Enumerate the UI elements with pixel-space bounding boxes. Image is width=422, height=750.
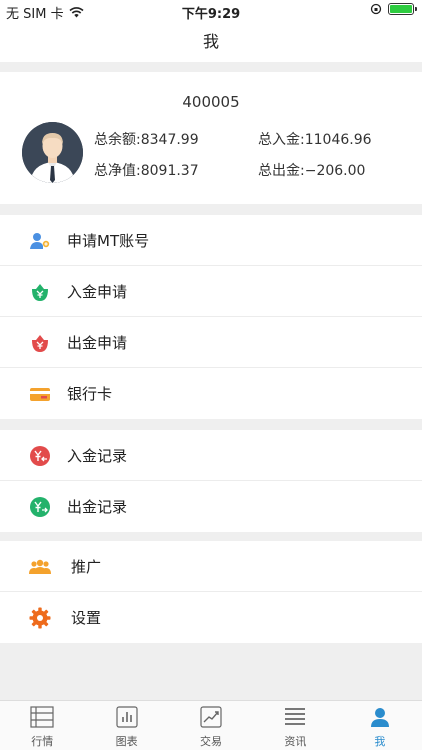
total-balance: 总余额:8347.99 [94,132,199,148]
total-equity: 总净值:8091.37 [94,163,199,179]
profile-card: 400005 总余额:8347.99 总入金:11046.96 总净值:8091… [0,72,422,204]
deposit-record-icon [30,446,50,466]
tab-charts-label: 图表 [115,735,138,748]
promote-row[interactable]: 推广 [0,541,422,592]
status-bar: 无 SIM 卡 下午9:29 [0,0,422,22]
apply-mt-account-label: 申请MT账号 [67,231,150,250]
withdraw-icon [32,335,48,352]
tab-quotes-label: 行情 [31,735,54,748]
total-withdraw: 总出金:−206.00 [258,163,366,179]
tab-news-label: 资讯 [284,735,307,748]
group-icon [29,559,51,574]
deposit-records-label: 入金记录 [67,446,128,465]
status-time: 下午9:29 [181,7,241,22]
apply-mt-account-row[interactable]: 申请MT账号 [0,215,422,266]
account-number: 400005 [182,93,240,111]
withdraw-apply-label: 出金申请 [67,333,128,352]
tab-me[interactable]: 我 [338,701,422,750]
tab-trade[interactable]: 交易 [169,701,253,750]
deposit-apply-row[interactable]: 入金申请 [0,266,422,317]
withdraw-apply-row[interactable]: 出金申请 [0,317,422,368]
tab-bar: 行情 图表 交易 资讯 我 [0,700,422,750]
orientation-lock-icon [370,3,382,15]
settings-row[interactable]: 设置 [0,592,422,643]
deposit-icon [32,284,48,301]
account-actions-section: 申请MT账号 入金申请 出金申请 银行卡 [0,215,422,419]
tab-charts[interactable]: 图表 [84,701,168,750]
tab-trade-label: 交易 [200,735,223,748]
tab-news[interactable]: 资讯 [253,701,337,750]
trend-icon [200,706,222,728]
list-icon [30,706,54,728]
withdraw-records-row[interactable]: 出金记录 [0,481,422,532]
add-user-icon [30,233,50,249]
avatar[interactable] [22,122,83,183]
settings-label: 设置 [71,609,102,627]
withdraw-record-icon [30,497,50,517]
withdraw-records-label: 出金记录 [67,498,128,516]
deposit-apply-label: 入金申请 [67,282,128,301]
bank-card-row[interactable]: 银行卡 [0,368,422,419]
news-icon [285,708,306,725]
deposit-records-row[interactable]: 入金记录 [0,430,422,481]
page-title: 我 [0,22,422,62]
bar-chart-icon [116,706,138,728]
gear-icon [29,607,51,629]
user-icon [370,708,389,727]
status-right [370,3,417,15]
tab-me-label: 我 [374,735,386,748]
tab-quotes[interactable]: 行情 [0,701,84,750]
bank-card-icon [30,388,50,401]
records-section: 入金记录 出金记录 [0,430,422,532]
promote-label: 推广 [71,557,102,576]
bank-card-label: 银行卡 [67,385,113,403]
total-deposit: 总入金:11046.96 [258,132,372,148]
battery-icon [388,3,417,15]
other-section: 推广 设置 [0,541,422,643]
